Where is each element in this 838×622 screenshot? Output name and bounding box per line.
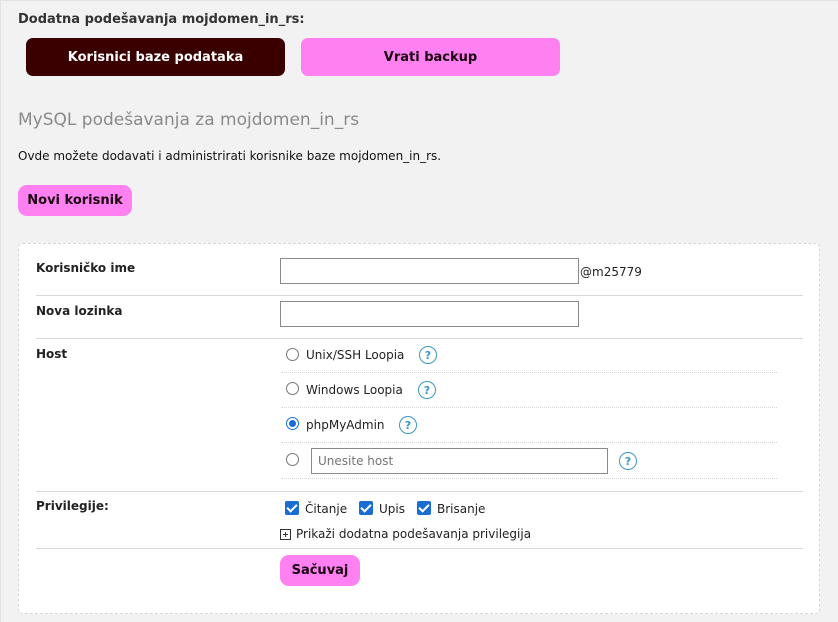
section-title: MySQL podešavanja za mojdomen_in_rs bbox=[18, 110, 360, 130]
host-option-label: Windows Loopia bbox=[306, 383, 403, 397]
question-circle-icon[interactable]: ? bbox=[619, 452, 637, 470]
row-divider bbox=[36, 491, 803, 492]
row-divider bbox=[36, 295, 803, 296]
more-privileges-label: Prikaži dodatna podešavanja privilegija bbox=[296, 527, 532, 541]
host-radio-custom[interactable] bbox=[286, 453, 299, 466]
plus-square-icon bbox=[280, 528, 291, 540]
db-users-button[interactable]: Korisnici baze podataka bbox=[26, 38, 285, 76]
question-circle-icon[interactable]: ? bbox=[419, 346, 437, 364]
user-form-panel: Korisničko ime @m25779 Nova lozinka Host… bbox=[18, 243, 820, 614]
custom-host-input[interactable] bbox=[311, 448, 608, 474]
host-radio-phpmyadmin[interactable] bbox=[286, 417, 299, 430]
more-privileges-link[interactable]: Prikaži dodatna podešavanja privilegija bbox=[280, 527, 531, 541]
privilege-label: Čitanje bbox=[305, 502, 348, 516]
option-separator bbox=[281, 478, 777, 479]
option-separator bbox=[281, 407, 777, 408]
restore-backup-button[interactable]: Vrati backup bbox=[301, 38, 560, 76]
option-separator bbox=[281, 372, 777, 373]
privilege-delete-checkbox[interactable] bbox=[417, 501, 431, 515]
host-option-label: phpMyAdmin bbox=[306, 418, 385, 432]
section-description: Ovde možete dodavati i administrirati ko… bbox=[18, 149, 442, 163]
password-label: Nova lozinka bbox=[36, 304, 123, 318]
privilege-label: Upis bbox=[379, 502, 405, 516]
question-circle-icon[interactable]: ? bbox=[399, 416, 417, 434]
privilege-write-checkbox[interactable] bbox=[359, 501, 373, 515]
privilege-read-checkbox[interactable] bbox=[285, 501, 299, 515]
option-separator bbox=[281, 442, 777, 443]
host-option-label: Unix/SSH Loopia bbox=[306, 348, 405, 362]
username-input[interactable] bbox=[280, 258, 579, 284]
host-label: Host bbox=[36, 347, 68, 361]
host-radio-unix[interactable] bbox=[286, 348, 299, 361]
save-button[interactable]: Sačuvaj bbox=[280, 555, 360, 586]
row-divider bbox=[36, 338, 803, 339]
password-input[interactable] bbox=[280, 301, 579, 327]
privilege-label: Brisanje bbox=[437, 502, 486, 516]
privileges-label: Privilegije: bbox=[36, 499, 109, 513]
new-user-button[interactable]: Novi korisnik bbox=[18, 185, 132, 216]
host-radio-windows[interactable] bbox=[286, 382, 299, 395]
row-divider bbox=[36, 548, 803, 549]
question-circle-icon[interactable]: ? bbox=[418, 381, 436, 399]
username-label: Korisničko ime bbox=[36, 261, 136, 275]
username-suffix: @m25779 bbox=[580, 265, 642, 279]
page-heading: Dodatna podešavanja mojdomen_in_rs: bbox=[18, 12, 305, 27]
